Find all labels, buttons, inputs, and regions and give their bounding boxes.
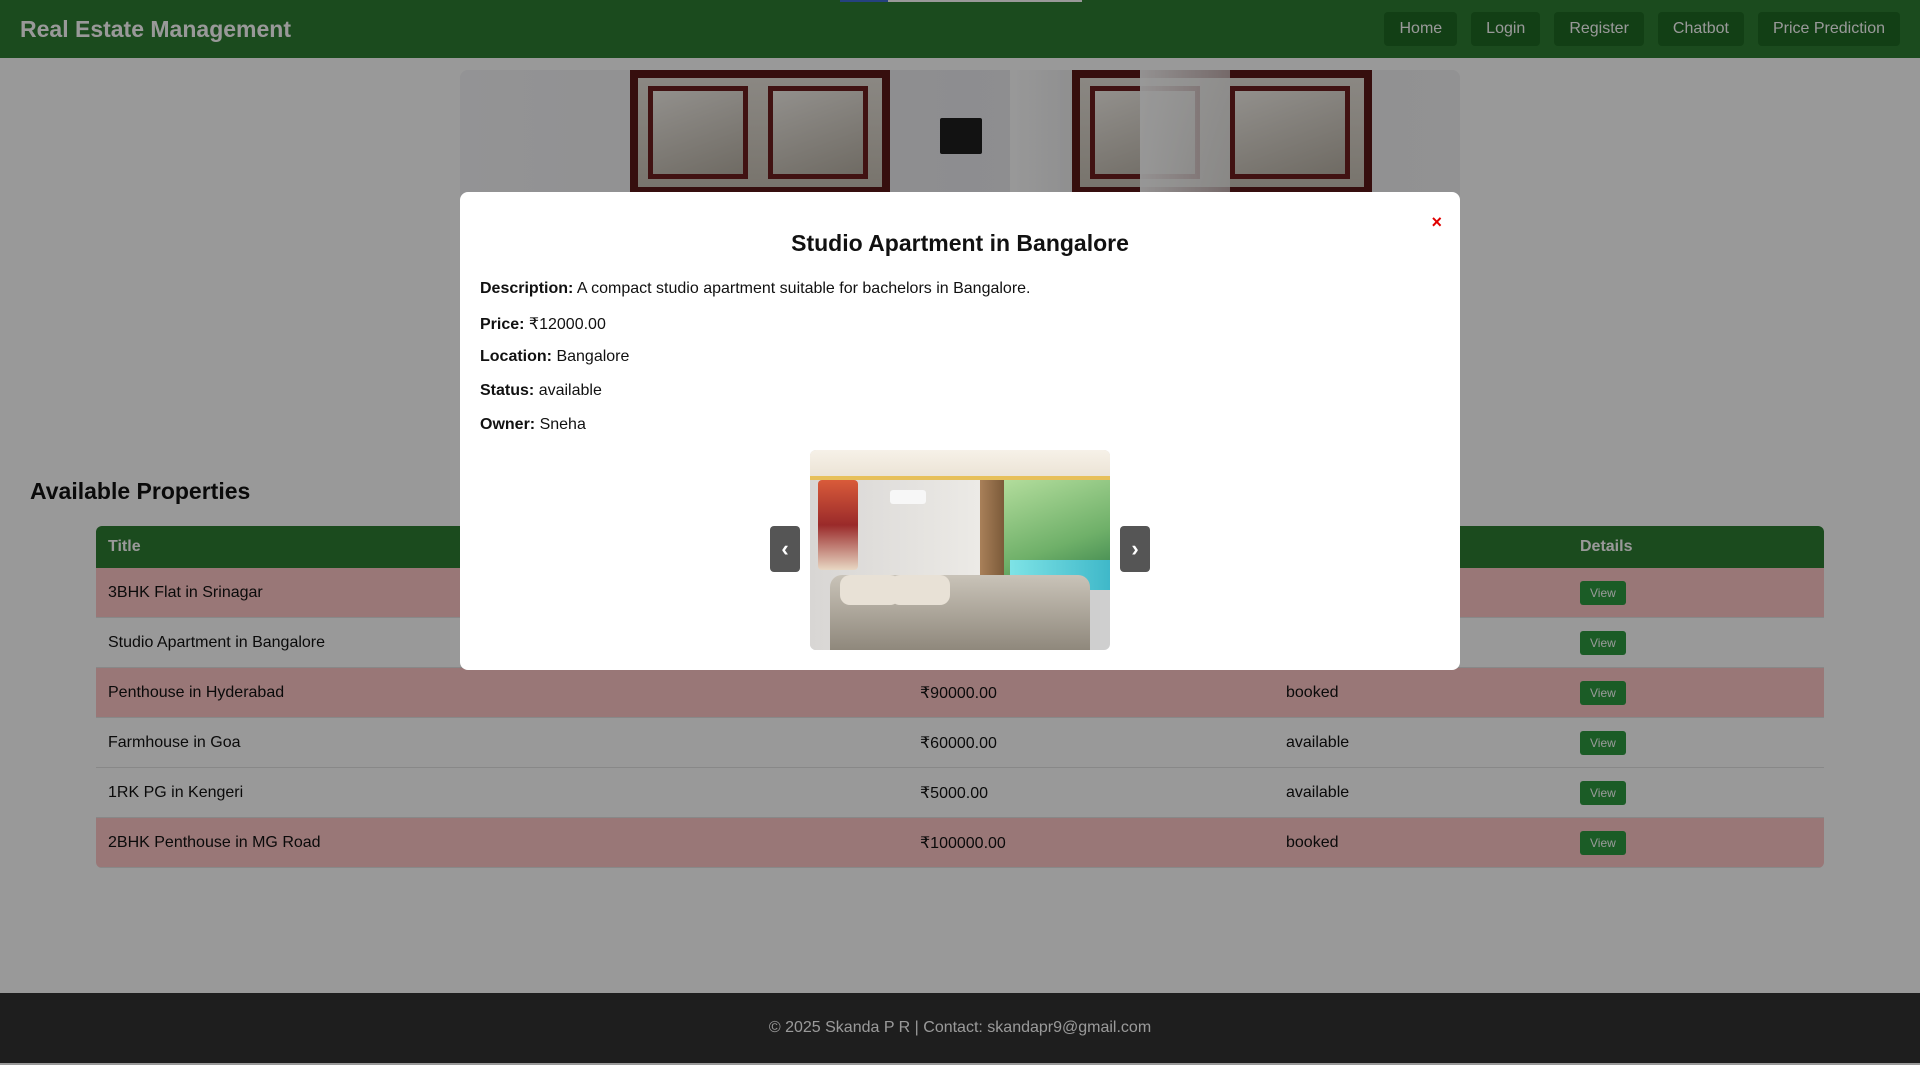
location-value: Bangalore bbox=[556, 348, 630, 365]
price-label: Price: bbox=[480, 316, 525, 333]
status-field: Status: available bbox=[480, 382, 602, 400]
owner-field: Owner: Sneha bbox=[480, 416, 586, 434]
chevron-right-icon[interactable]: › bbox=[1120, 526, 1150, 572]
status-label: Status: bbox=[480, 382, 535, 399]
description-label: Description: bbox=[480, 280, 574, 297]
location-label: Location: bbox=[480, 348, 552, 365]
price-value: ₹12000.00 bbox=[528, 316, 606, 333]
chevron-left-icon[interactable]: ‹ bbox=[770, 526, 800, 572]
location-field: Location: Bangalore bbox=[480, 348, 629, 366]
modal-title: Studio Apartment in Bangalore bbox=[791, 230, 1129, 256]
description-value: A compact studio apartment suitable for … bbox=[576, 280, 1031, 297]
price-field: Price: ₹12000.00 bbox=[480, 314, 606, 334]
status-value: available bbox=[538, 382, 602, 399]
description-field: Description: A compact studio apartment … bbox=[480, 280, 1031, 298]
property-modal: × Studio Apartment in Bangalore Descript… bbox=[460, 192, 1460, 670]
property-image bbox=[810, 450, 1110, 650]
owner-value: Sneha bbox=[539, 416, 586, 433]
owner-label: Owner: bbox=[480, 416, 536, 433]
